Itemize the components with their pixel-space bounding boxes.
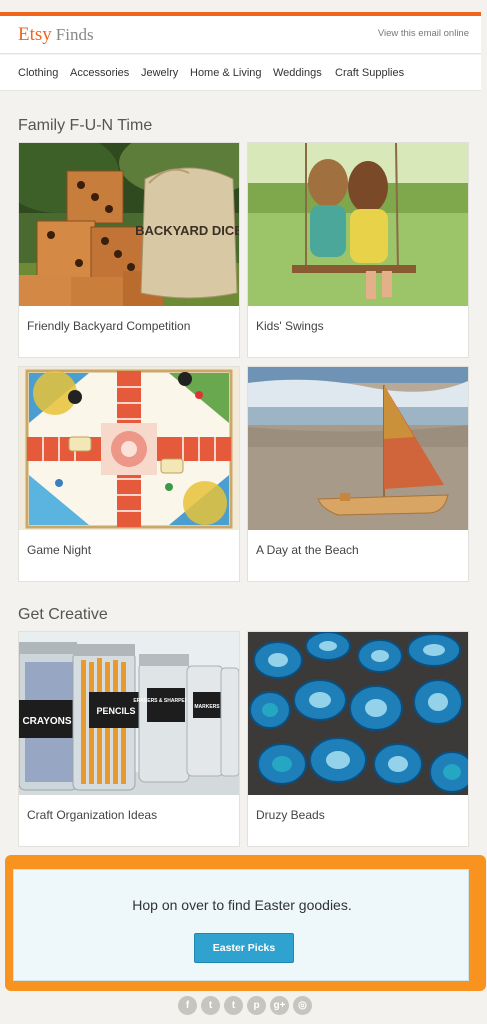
card-caption: Craft Organization Ideas (27, 808, 158, 822)
backyard-dice-photo: BACKYARD DICE (19, 143, 239, 306)
card-caption: Druzy Beads (256, 808, 325, 822)
nav-item-weddings[interactable]: Weddings (273, 67, 322, 79)
card-caption: Game Night (27, 543, 92, 557)
nav-item-clothing[interactable]: Clothing (18, 67, 58, 79)
section-title-get-creative: Get Creative (18, 606, 108, 623)
nav-item-accessories[interactable]: Accessories (70, 67, 129, 79)
jar-label-markers: MARKERS (194, 704, 220, 710)
product-card-druzy-beads[interactable]: Druzy Beads (247, 631, 469, 847)
nav-item-jewelry[interactable]: Jewelry (141, 67, 178, 79)
easter-picks-button[interactable]: Easter Picks (194, 933, 294, 963)
card-caption: Kids' Swings (256, 319, 324, 333)
easter-promo-box: Hop on over to find Easter goodies. East… (13, 869, 469, 981)
view-online-link[interactable]: View this email online (378, 28, 469, 39)
googleplus-icon[interactable]: g+ (270, 996, 289, 1015)
product-card-backyard-competition[interactable]: BACKYARD DICE Friendly Backyard Competit… (18, 142, 240, 358)
jar-label-crayons: CRAYONS (22, 716, 71, 727)
druzy-beads-photo (248, 632, 468, 795)
instagram-icon[interactable]: ◎ (293, 996, 312, 1015)
jar-label-pencils: PENCILS (96, 706, 135, 716)
product-card-day-at-beach[interactable]: A Day at the Beach (247, 366, 469, 582)
card-caption: A Day at the Beach (256, 543, 359, 557)
nav-item-craft-supplies[interactable]: Craft Supplies (335, 67, 404, 79)
etsy-finds-logo[interactable]: Etsy Finds (18, 25, 94, 45)
email-header: Etsy Finds View this email online (0, 16, 481, 54)
category-nav: Clothing Accessories Jewelry Home & Livi… (0, 55, 481, 91)
game-board-photo (19, 367, 239, 530)
card-caption: Friendly Backyard Competition (27, 319, 191, 333)
product-card-kids-swings[interactable]: Kids' Swings (247, 142, 469, 358)
craft-jars-photo: CRAYONS PENCILS ERASERS & SHARPENERS MAR… (19, 632, 239, 795)
pinterest-icon[interactable]: p (247, 996, 266, 1015)
promo-text: Hop on over to find Easter goodies. (132, 897, 352, 913)
tumblr-icon[interactable]: t (224, 996, 243, 1015)
facebook-icon[interactable]: f (178, 996, 197, 1015)
backyard-dice-label: BACKYARD DICE (135, 223, 239, 238)
nav-item-home-living[interactable]: Home & Living (190, 67, 262, 79)
product-card-game-night[interactable]: Game Night (18, 366, 240, 582)
brand-suffix: Finds (55, 25, 94, 44)
toy-sailboat-photo (248, 367, 468, 530)
kids-swings-photo (248, 143, 468, 306)
twitter-icon[interactable]: t (201, 996, 220, 1015)
brand-name: Etsy (18, 24, 52, 45)
product-card-craft-organization[interactable]: CRAYONS PENCILS ERASERS & SHARPENERS MAR… (18, 631, 240, 847)
section-title-family-fun: Family F-U-N Time (18, 117, 153, 134)
